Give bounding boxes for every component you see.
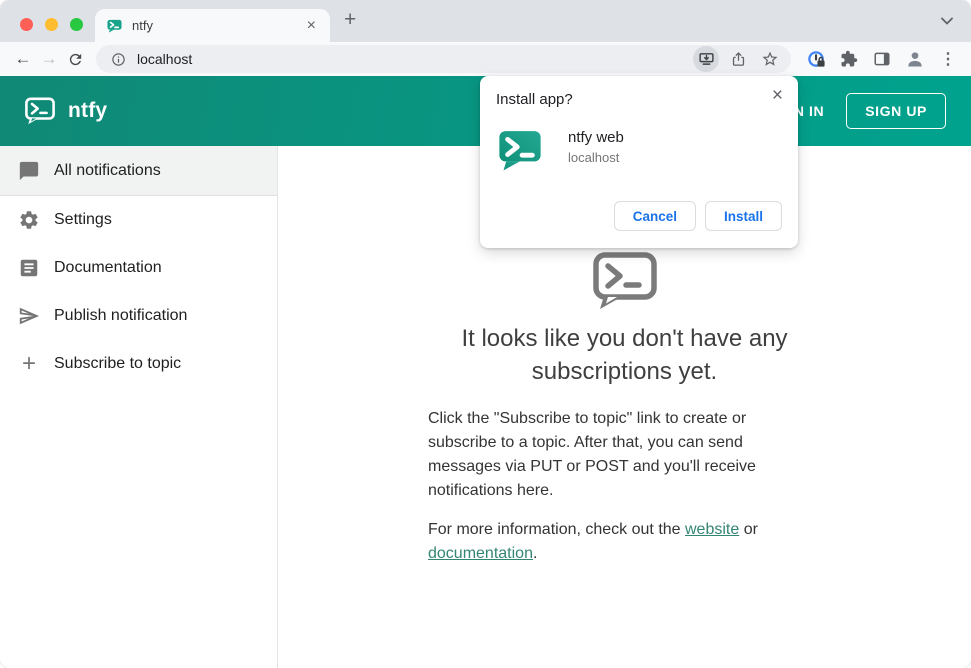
tab-search-chevron-icon[interactable] <box>941 17 953 25</box>
side-panel-icon[interactable] <box>869 46 895 72</box>
browser-toolbar: ← → localhost ⋮ <box>0 42 971 76</box>
sidebar-item-label: Subscribe to topic <box>54 355 182 372</box>
traffic-lights <box>20 18 83 31</box>
plus-icon: + <box>21 350 36 377</box>
sign-up-button[interactable]: SIGN UP <box>846 93 946 129</box>
sidebar: All notifications Settings Documentation… <box>0 146 278 668</box>
install-app-dialog: Install app? × ntfy web localhost Cancel… <box>480 76 798 248</box>
ntfy-empty-state-icon <box>592 252 658 310</box>
site-info-icon[interactable] <box>108 49 128 69</box>
cancel-button[interactable]: Cancel <box>613 201 696 231</box>
website-link[interactable]: website <box>685 521 739 538</box>
empty-state-heading: It looks like you don't have any subscri… <box>461 325 788 385</box>
minimize-window-button[interactable] <box>45 18 58 31</box>
chat-bubble-icon <box>18 160 40 182</box>
dialog-title: Install app? <box>496 91 573 108</box>
sidebar-item-publish-notification[interactable]: Publish notification <box>0 292 277 340</box>
browser-tab-ntfy[interactable]: ntfy × <box>95 9 330 42</box>
share-icon[interactable] <box>725 46 751 72</box>
browser-window: ntfy × + ← → localhost ⋮ ntfy IN SIGN UP… <box>0 0 971 668</box>
gear-icon <box>18 209 40 231</box>
url-text: localhost <box>137 51 193 67</box>
more-info-middle: or <box>739 521 758 538</box>
sidebar-item-label: Settings <box>54 211 112 228</box>
tab-close-icon[interactable]: × <box>303 16 320 36</box>
install-app-button[interactable] <box>693 46 719 72</box>
new-tab-button[interactable]: + <box>344 8 356 32</box>
ntfy-logo-icon <box>25 97 55 125</box>
sidebar-item-all-notifications[interactable]: All notifications <box>0 146 277 196</box>
sidebar-item-label: Documentation <box>54 259 162 276</box>
send-icon <box>18 305 40 327</box>
privacy-extension-icon[interactable] <box>803 46 829 72</box>
close-window-button[interactable] <box>20 18 33 31</box>
forward-button[interactable]: → <box>36 46 62 72</box>
tab-title: ntfy <box>132 18 153 33</box>
profile-avatar[interactable] <box>902 46 928 72</box>
dialog-app-origin: localhost <box>568 150 620 165</box>
reload-button[interactable] <box>62 46 88 72</box>
sidebar-item-label: All notifications <box>54 161 161 179</box>
zoom-window-button[interactable] <box>70 18 83 31</box>
empty-state-paragraph: Click the "Subscribe to topic" link to c… <box>428 410 756 499</box>
dialog-close-icon[interactable]: × <box>767 84 788 107</box>
tab-strip: ntfy × + <box>0 0 971 42</box>
back-button[interactable]: ← <box>10 46 36 72</box>
address-bar[interactable]: localhost <box>96 45 791 73</box>
more-info-paragraph: For more information, check out the webs… <box>428 518 790 566</box>
bookmark-star-icon[interactable] <box>757 46 783 72</box>
sidebar-item-documentation[interactable]: Documentation <box>0 244 277 292</box>
more-info-prefix: For more information, check out the <box>428 521 685 538</box>
tab-favicon-icon <box>107 18 122 33</box>
browser-menu-icon[interactable]: ⋮ <box>935 46 961 72</box>
install-button[interactable]: Install <box>704 201 782 231</box>
article-icon <box>18 257 40 279</box>
extensions-puzzle-icon[interactable] <box>836 46 862 72</box>
more-info-suffix: . <box>532 545 538 562</box>
ntfy-app-icon <box>498 127 542 171</box>
dialog-app-name: ntfy web <box>568 129 624 146</box>
sidebar-item-label: Publish notification <box>54 307 188 324</box>
sidebar-item-subscribe-to-topic[interactable]: + Subscribe to topic <box>0 340 277 388</box>
toolbar-extensions-area: ⋮ <box>799 46 961 72</box>
documentation-link[interactable]: documentation <box>428 545 533 562</box>
brand-title: ntfy <box>68 99 108 122</box>
sidebar-item-settings[interactable]: Settings <box>0 196 277 244</box>
